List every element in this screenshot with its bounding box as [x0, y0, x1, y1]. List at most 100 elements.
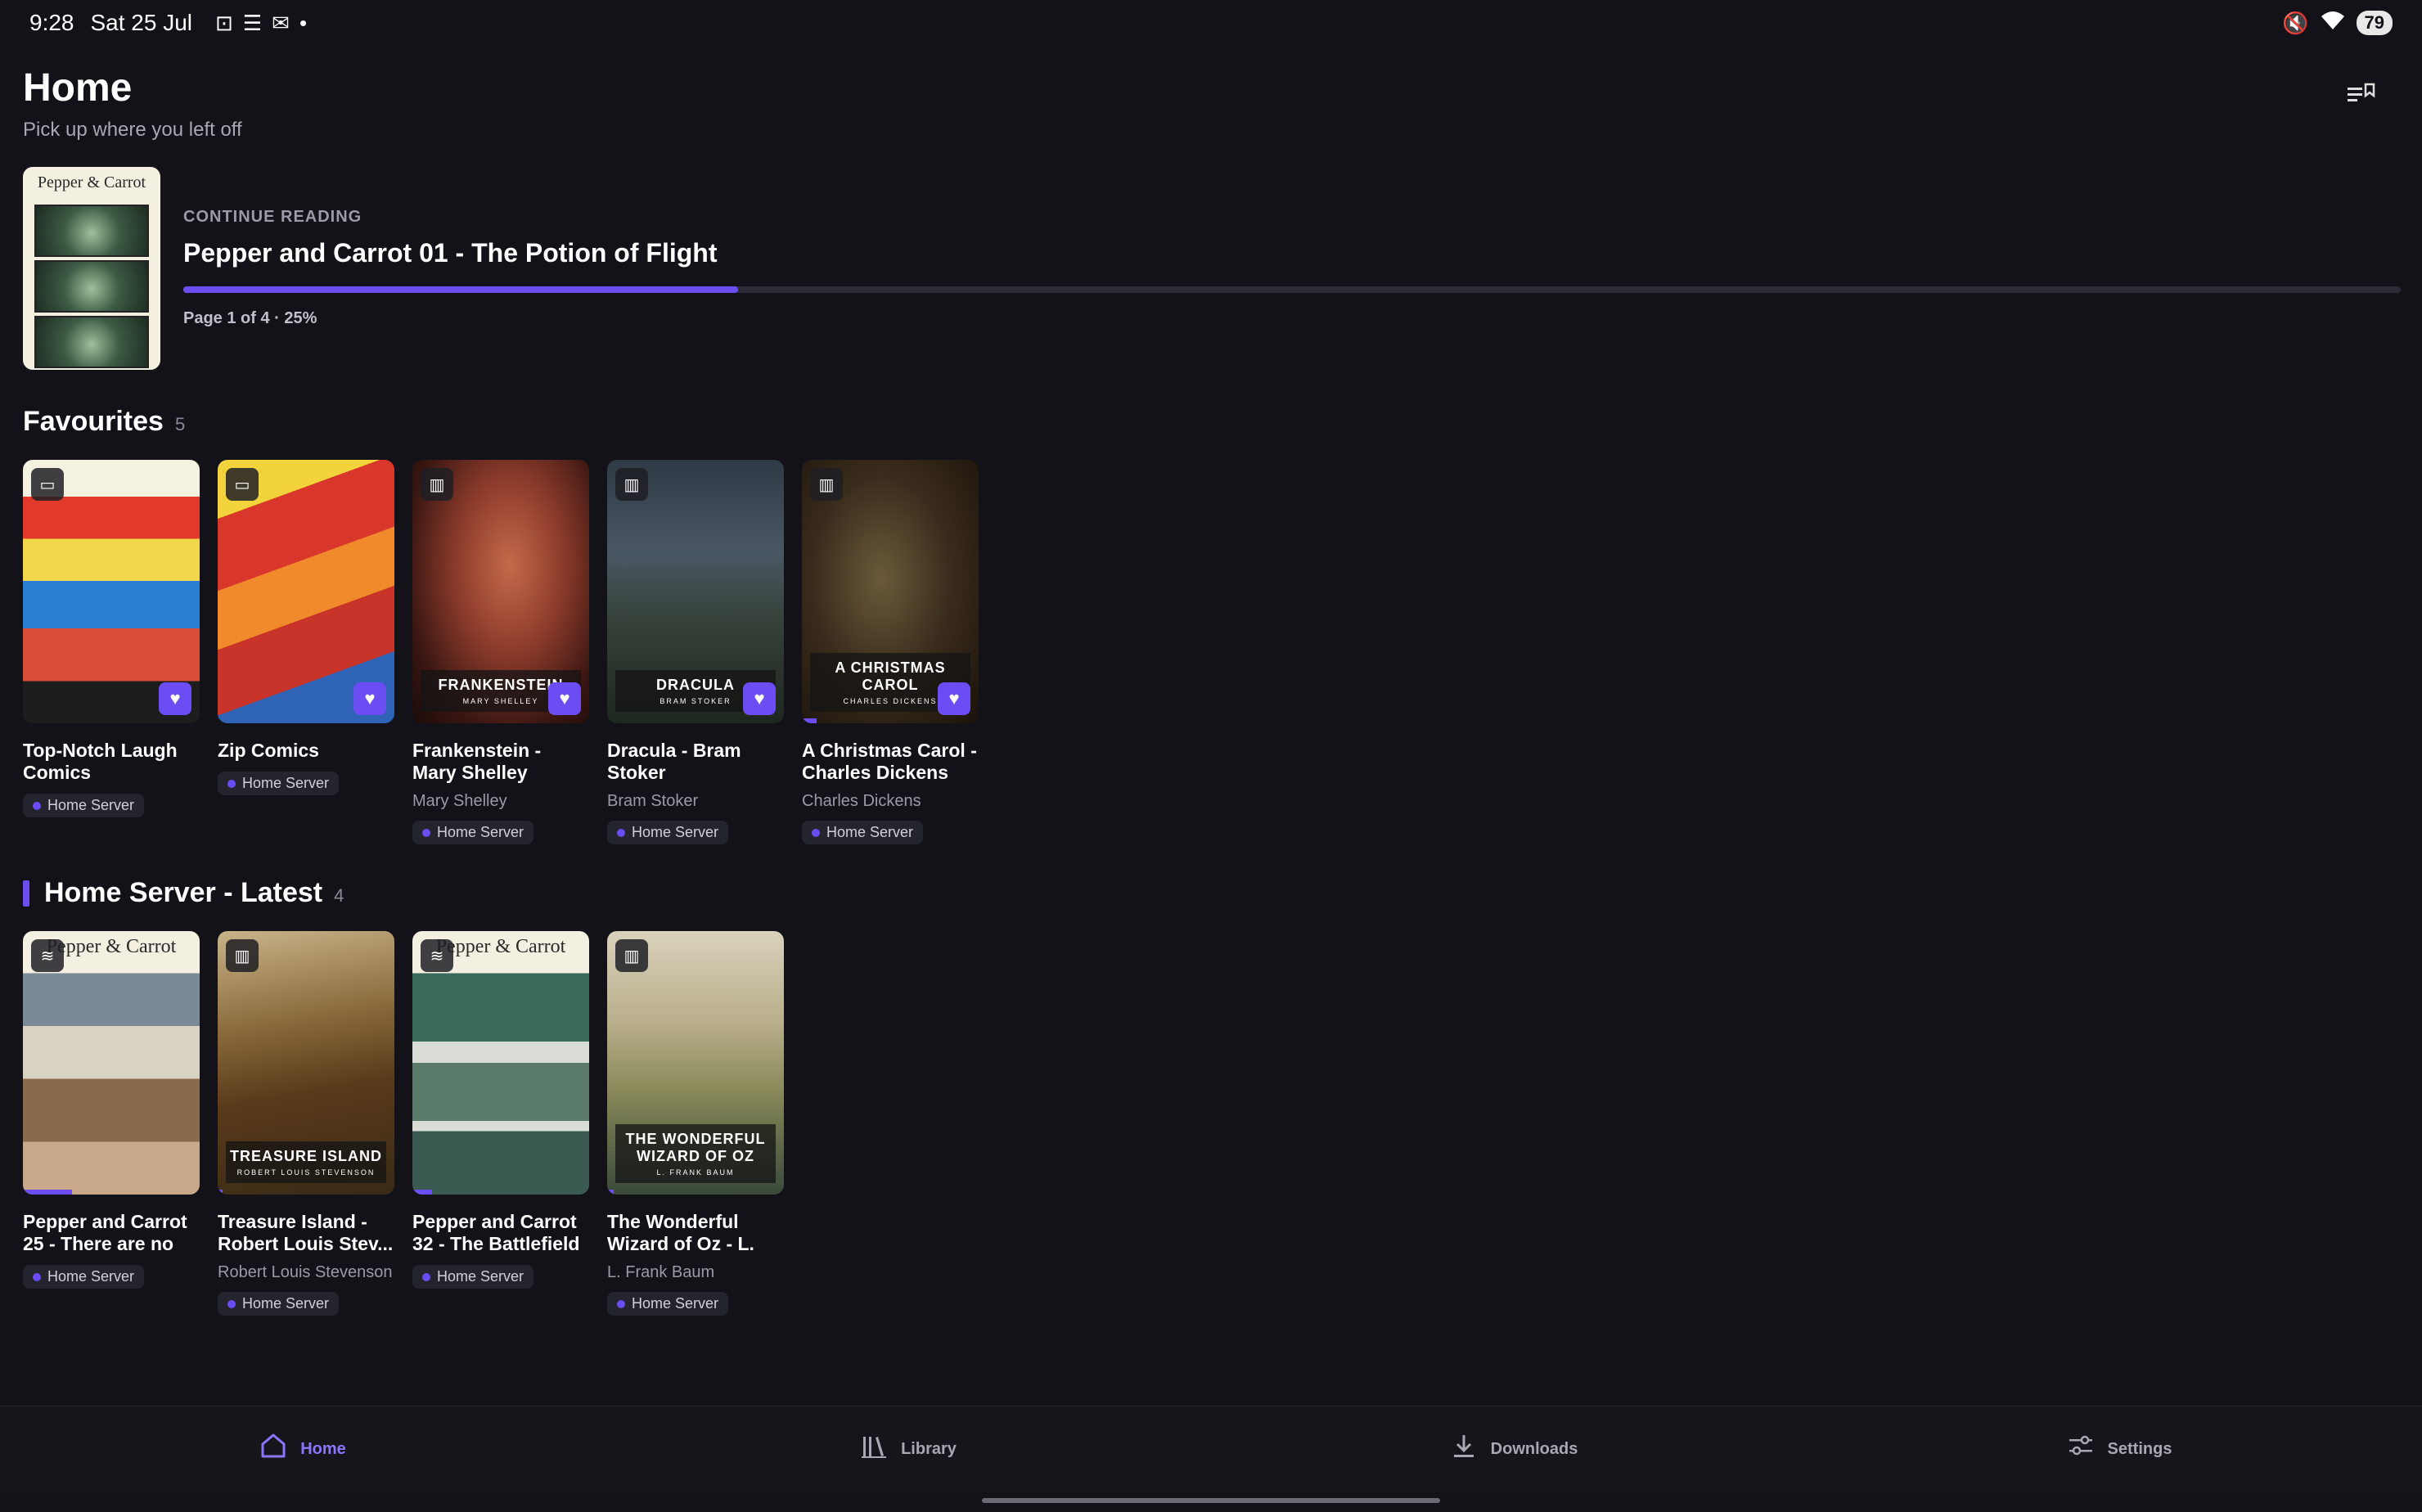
book-title: Top-Notch Laugh Comics — [23, 740, 178, 783]
mail-icon: ✉ — [272, 10, 290, 35]
server-dot — [812, 828, 820, 837]
book-card[interactable]: ▥ TREASURE ISLAND ROBERT LOUIS STEVENSON … — [218, 931, 394, 1316]
settings-icon — [2067, 1432, 2095, 1467]
cover-overlay-title: THE WONDERFUL WIZARD OF OZ L. FRANK BAUM — [615, 1124, 776, 1183]
favourites-count: 5 — [174, 414, 186, 434]
book-card[interactable]: Pepper & Carrot ≋ Pepper and Carrot 32 -… — [412, 931, 589, 1316]
cover-panel — [34, 260, 149, 313]
heart-icon[interactable]: ♥ — [938, 682, 970, 715]
book-card[interactable]: ▥ THE WONDERFUL WIZARD OF OZ L. FRANK BAU… — [607, 931, 784, 1316]
book-icon: ▥ — [615, 468, 648, 501]
book-title: Frankenstein - Mary Shelley — [412, 740, 542, 783]
server-chip: Home Server — [412, 1265, 534, 1289]
favourites-row: ▭ ♥ Top-Notch Laugh Comics Home Server ▭… — [23, 460, 979, 844]
folder-icon: ▭ — [31, 468, 64, 501]
book-author: Mary Shelley — [412, 792, 507, 810]
card-progress — [412, 1190, 432, 1195]
mute-icon: 🔇 — [2282, 10, 2309, 35]
book-cover[interactable]: ▥ TREASURE ISLAND ROBERT LOUIS STEVENSON — [218, 931, 394, 1195]
book-card[interactable]: Pepper & Carrot ≋ Pepper and Carrot 25 -… — [23, 931, 200, 1316]
reading-progress-bar — [183, 286, 2401, 293]
card-progress — [607, 1190, 614, 1195]
book-cover[interactable]: ▭ ♥ — [23, 460, 200, 723]
page-subtitle: Pick up where you left off — [23, 119, 242, 141]
nav-library[interactable]: Library — [606, 1406, 1211, 1492]
favourites-header: Favourites 5 — [23, 406, 185, 438]
server-label: Home Server — [437, 1268, 524, 1285]
heart-icon[interactable]: ♥ — [743, 682, 776, 715]
reading-progress-fill — [183, 286, 738, 293]
cover-text: DRACULA — [656, 677, 735, 693]
book-icon: ▥ — [615, 939, 648, 972]
cover-author: L. FRANK BAUM — [656, 1168, 735, 1177]
gesture-handle[interactable] — [982, 1498, 1440, 1503]
book-card[interactable]: ▭ ♥ Zip Comics Home Server — [218, 460, 394, 844]
book-title: Zip Comics — [218, 740, 319, 761]
book-cover[interactable]: ▥ A CHRISTMAS CAROL CHARLES DICKENS ♥ — [802, 460, 979, 723]
book-title: Treasure Island - Robert Louis Stev... — [218, 1211, 394, 1254]
layers-icon: ≋ — [31, 939, 64, 972]
nav-downloads[interactable]: Downloads — [1211, 1406, 1816, 1492]
continue-reading-cover[interactable]: Pepper & Carrot — [23, 167, 160, 370]
continue-reading-info: CONTINUE READING Pepper and Carrot 01 - … — [183, 208, 2401, 328]
heart-icon[interactable]: ♥ — [353, 682, 386, 715]
cover-panel — [34, 205, 149, 257]
cover-overlay-title: TREASURE ISLAND ROBERT LOUIS STEVENSON — [226, 1141, 386, 1183]
latest-count: 4 — [334, 885, 344, 906]
layers-icon: ≋ — [421, 939, 453, 972]
nav-settings[interactable]: Settings — [1816, 1406, 2422, 1492]
nav-library-label: Library — [901, 1440, 957, 1458]
heart-icon[interactable]: ♥ — [548, 682, 581, 715]
book-author: Bram Stoker — [607, 792, 699, 810]
server-chip: Home Server — [412, 821, 534, 844]
latest-row: Pepper & Carrot ≋ Pepper and Carrot 25 -… — [23, 931, 784, 1316]
status-time: 9:28 — [29, 10, 74, 35]
nav-settings-label: Settings — [2107, 1440, 2172, 1458]
book-card[interactable]: ▭ ♥ Top-Notch Laugh Comics Home Server — [23, 460, 200, 844]
server-dot — [617, 1299, 625, 1308]
reading-list-button[interactable] — [2343, 79, 2379, 115]
book-cover[interactable]: Pepper & Carrot ≋ — [412, 931, 589, 1195]
cover-text: FRANKENSTEIN — [438, 677, 564, 693]
book-card[interactable]: ▥ A CHRISTMAS CAROL CHARLES DICKENS ♥ A C… — [802, 460, 979, 844]
server-dot — [227, 779, 236, 788]
heart-icon[interactable]: ♥ — [159, 682, 191, 715]
cover-panel — [34, 316, 149, 368]
book-card[interactable]: ▥ FRANKENSTEIN MARY SHELLEY ♥ Frankenstei… — [412, 460, 589, 844]
server-label: Home Server — [826, 824, 914, 840]
library-icon — [860, 1432, 888, 1467]
server-chip: Home Server — [23, 1265, 145, 1289]
latest-header: Home Server - Latest 4 — [23, 877, 344, 909]
home-icon — [259, 1432, 287, 1467]
server-label: Home Server — [242, 775, 330, 791]
book-icon: ▥ — [226, 939, 259, 972]
cover-text: TREASURE ISLAND — [229, 1148, 382, 1164]
book-author: L. Frank Baum — [607, 1263, 715, 1281]
server-chip: Home Server — [23, 794, 145, 817]
book-cover[interactable]: ▥ THE WONDERFUL WIZARD OF OZ L. FRANK BAU… — [607, 931, 784, 1195]
book-author: Robert Louis Stevenson — [218, 1263, 393, 1281]
book-title: Dracula - Bram Stoker — [607, 740, 741, 783]
book-author: Charles Dickens — [802, 792, 921, 810]
book-cover[interactable]: ▥ DRACULA BRAM STOKER ♥ — [607, 460, 784, 723]
cover-text: THE WONDERFUL WIZARD OF OZ — [625, 1131, 766, 1164]
continue-reading-label: CONTINUE READING — [183, 208, 362, 226]
latest-title: Home Server - Latest — [44, 877, 323, 908]
book-cover[interactable]: Pepper & Carrot ≋ — [23, 931, 200, 1195]
server-chip: Home Server — [607, 1292, 729, 1316]
cover-author: ROBERT LOUIS STEVENSON — [236, 1168, 376, 1177]
download-icon — [1450, 1432, 1478, 1467]
notification-icons: ⊡ ☰ ✉ • — [215, 11, 307, 36]
book-card[interactable]: ▥ DRACULA BRAM STOKER ♥ Dracula - Bram St… — [607, 460, 784, 844]
book-cover[interactable]: ▥ FRANKENSTEIN MARY SHELLEY ♥ — [412, 460, 589, 723]
server-label: Home Server — [437, 824, 524, 840]
server-label: Home Server — [632, 1295, 719, 1312]
nav-home[interactable]: Home — [0, 1406, 606, 1492]
card-progress — [218, 1190, 223, 1195]
page-title: Home — [23, 66, 133, 110]
book-cover[interactable]: ▭ ♥ — [218, 460, 394, 723]
continue-reading-card[interactable]: Pepper & Carrot CONTINUE READING Pepper … — [23, 167, 2401, 370]
server-dot — [33, 1272, 41, 1281]
server-dot — [422, 828, 430, 837]
server-dot — [33, 801, 41, 810]
